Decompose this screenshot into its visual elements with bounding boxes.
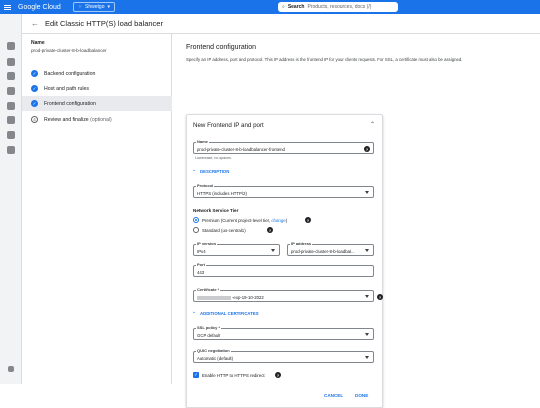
certificate-name: -exp-19-10-2022 xyxy=(232,295,264,300)
step-review[interactable]: 4 Review and finalize (optional) xyxy=(22,112,172,127)
page-header: ← Edit Classic HTTP(S) load balancer xyxy=(22,14,540,34)
field-value: 443 xyxy=(197,270,205,275)
standard-label: Standard (us-central1) xyxy=(202,228,246,233)
ip-version-select[interactable]: IP version IPv4 xyxy=(193,241,280,256)
additional-certs-toggle[interactable]: ADDITIONAL CERTIFICATES xyxy=(200,311,259,316)
security-icon[interactable] xyxy=(7,146,15,154)
field-value: prod-private-cluster-8-b-loadbalancer-fr… xyxy=(197,147,285,152)
cancel-button[interactable]: CANCEL xyxy=(324,393,343,398)
collapse-rail-icon[interactable] xyxy=(8,366,14,372)
step-number-icon: 4 xyxy=(31,116,38,123)
change-link[interactable]: change xyxy=(271,218,285,223)
arrow-back-icon[interactable]: ← xyxy=(31,19,39,28)
help-icon[interactable]: ? xyxy=(377,294,383,300)
field-hint: Lowercase, no spaces. xyxy=(195,156,232,160)
project-icon: ⁘ xyxy=(77,4,83,10)
field-label: IP version xyxy=(196,241,218,246)
field-value: -exp-19-10-2022 xyxy=(197,295,264,300)
done-button[interactable]: DONE xyxy=(355,393,368,398)
ip-address-select[interactable]: IP address prod-private-cluster-8-b-load… xyxy=(287,241,374,256)
step-label: Backend configuration xyxy=(44,70,96,77)
marketplace-icon[interactable] xyxy=(7,131,15,139)
lb-name-label: Name xyxy=(31,40,45,46)
search-placeholder: Products, resources, docs (/) xyxy=(307,4,372,10)
redirect-checkbox[interactable]: ✓ xyxy=(193,372,199,378)
chevron-down-icon: ▾ xyxy=(107,4,110,10)
check-circle-icon: ✓ xyxy=(31,70,38,77)
field-label: Port xyxy=(196,262,206,267)
nav-rail xyxy=(0,14,22,384)
nat-icon[interactable] xyxy=(7,116,15,124)
description-toggle[interactable]: DESCRIPTION xyxy=(200,169,229,174)
premium-close: ) xyxy=(285,218,288,223)
page-title: Edit Classic HTTP(S) load balancer xyxy=(45,19,163,28)
step-frontend[interactable]: ✓ Frontend configuration xyxy=(22,96,172,111)
field-value: prod-private-cluster-8-b-loadbal... xyxy=(291,249,355,254)
brand-logo[interactable]: Google Cloud xyxy=(18,4,61,11)
lb-name-value: prod-private-cluster-8-b-loadbalancer xyxy=(31,48,107,53)
premium-label: Premium (Current project-level tier, cha… xyxy=(202,218,287,223)
help-icon[interactable]: ? xyxy=(275,372,281,378)
redacted-text xyxy=(197,295,231,300)
section-description: Specify an IP address, port and protocol… xyxy=(186,57,463,62)
certificate-select[interactable]: Certificate * -exp-19-10-2022 ? xyxy=(193,287,383,302)
chevron-down-icon[interactable]: ⌄ xyxy=(192,309,196,315)
main-content: Frontend configuration Specify an IP add… xyxy=(172,34,540,408)
redirect-label: Enable HTTP to HTTPS redirect xyxy=(202,373,265,378)
field-label: SSL policy * xyxy=(196,325,222,330)
project-name: Shwetgo xyxy=(85,4,105,10)
frontend-name-field[interactable]: Name prod-private-cluster-8-b-loadbalanc… xyxy=(193,139,374,154)
search-icon: ⌕ xyxy=(282,4,285,10)
port-field[interactable]: Port 443 xyxy=(193,262,374,277)
field-label: QUIC negotiation xyxy=(196,348,231,353)
field-label: Certificate * xyxy=(196,287,221,292)
section-title: Frontend configuration xyxy=(186,44,257,51)
help-icon[interactable]: ? xyxy=(267,227,273,233)
chevron-down-icon[interactable]: ⌄ xyxy=(192,167,196,173)
dashboard-icon[interactable] xyxy=(7,58,15,66)
field-value: Automatic (default) xyxy=(197,356,234,361)
step-review-text: Review and finalize xyxy=(44,116,89,123)
help-icon[interactable]: ? xyxy=(305,217,311,223)
check-circle-icon: ✓ xyxy=(31,100,38,107)
ssl-policy-select[interactable]: SSL policy * GCP default xyxy=(193,325,374,340)
field-value: GCP default xyxy=(197,333,221,338)
frontend-card: New Frontend IP and port ⌃ Name prod-pri… xyxy=(186,114,383,408)
dns-icon[interactable] xyxy=(7,87,15,95)
menu-icon[interactable] xyxy=(0,0,14,14)
radio-premium[interactable] xyxy=(193,217,199,223)
network-services-icon[interactable] xyxy=(7,42,15,50)
field-value: HTTPS (includes HTTP/2) xyxy=(197,191,247,196)
field-label: Name xyxy=(196,139,209,144)
network-tier-label: Network Service Tier xyxy=(193,208,239,213)
premium-text: Premium (Current project-level tier, xyxy=(202,218,271,223)
project-selector[interactable]: ⁘ Shwetgo ▾ xyxy=(72,2,115,12)
search-input[interactable]: ⌕ Search Products, resources, docs (/) xyxy=(278,2,398,12)
routing-icon[interactable] xyxy=(7,72,15,80)
chevron-up-icon[interactable]: ⌃ xyxy=(370,121,375,128)
step-label: Review and finalize (optional) xyxy=(44,117,112,123)
search-label: Search xyxy=(287,4,305,10)
card-heading: New Frontend IP and port xyxy=(193,122,264,129)
field-label: IP address xyxy=(290,241,313,246)
step-host-path[interactable]: ✓ Host and path rules xyxy=(22,81,172,96)
protocol-select[interactable]: Protocol HTTPS (includes HTTP/2) xyxy=(193,183,374,198)
radio-standard[interactable] xyxy=(193,227,199,233)
top-bar: Google Cloud ⁘ Shwetgo ▾ ⌕ Search Produc… xyxy=(0,0,540,14)
check-circle-icon: ✓ xyxy=(31,85,38,92)
step-label: Host and path rules xyxy=(44,85,89,92)
help-icon[interactable]: ? xyxy=(364,146,370,152)
stepper-panel: Name prod-private-cluster-8-b-loadbalanc… xyxy=(22,34,172,384)
step-backend[interactable]: ✓ Backend configuration xyxy=(22,66,172,81)
step-optional-text: (optional) xyxy=(90,116,112,123)
field-label: Protocol xyxy=(196,183,215,188)
cdn-icon[interactable] xyxy=(7,102,15,110)
field-value: IPv4 xyxy=(197,249,206,254)
step-label: Frontend configuration xyxy=(44,100,96,107)
quic-select[interactable]: QUIC negotiation Automatic (default) xyxy=(193,348,374,363)
